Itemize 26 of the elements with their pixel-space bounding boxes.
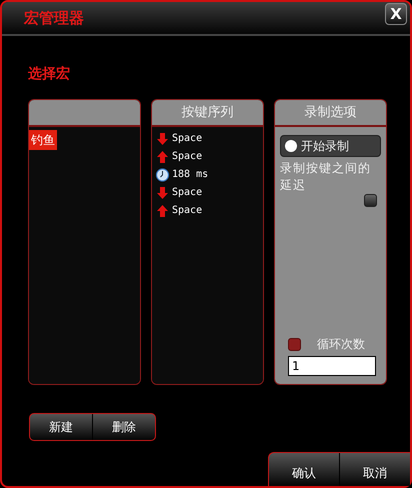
loop-count-field[interactable]: 1 xyxy=(288,356,376,376)
step-label: Space xyxy=(172,204,202,218)
step-label: Space xyxy=(172,132,202,146)
panel-header: 录制选项 xyxy=(275,100,386,127)
section-title: 选择宏 xyxy=(28,64,71,84)
action-button[interactable]: 删除 xyxy=(92,414,155,440)
dialog-button[interactable]: 确认 xyxy=(269,453,339,486)
step-label: Space xyxy=(172,150,202,164)
up-arrow-icon xyxy=(156,204,169,218)
macro-list-item[interactable]: 钓鱼 xyxy=(29,130,57,150)
record-button[interactable]: 开始录制 xyxy=(280,134,381,157)
delay-label: 录制按键之间的延迟 xyxy=(280,160,372,194)
panel-header: 按键序列 xyxy=(152,100,263,127)
close-button[interactable]: X xyxy=(385,3,407,25)
loop-count-label: 循环次数 xyxy=(317,336,365,354)
loop-checkbox[interactable] xyxy=(288,338,301,351)
step-label: 188 ms xyxy=(172,168,208,182)
delay-checkbox[interactable] xyxy=(364,194,377,207)
clock-icon xyxy=(156,168,169,182)
down-arrow-icon xyxy=(156,132,169,146)
down-arrow-icon xyxy=(156,186,169,200)
dialog-button[interactable]: 取消 xyxy=(339,453,410,486)
step-label: Space xyxy=(172,186,202,200)
window-title: 宏管理器 xyxy=(24,8,84,29)
up-arrow-icon xyxy=(156,150,169,164)
action-button[interactable]: 新建 xyxy=(30,414,92,440)
